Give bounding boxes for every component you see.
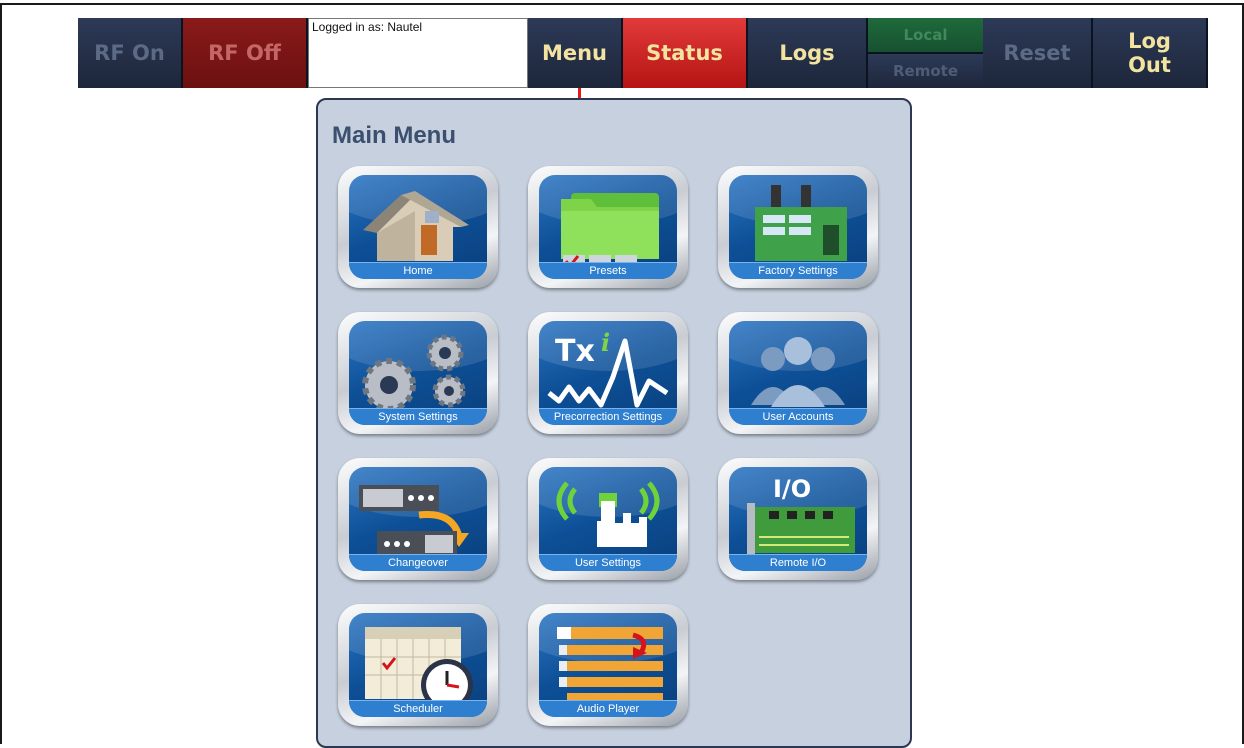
rf-on-button[interactable]: RF On xyxy=(78,18,183,88)
tile-label-changeover: Changeover xyxy=(349,554,487,571)
rf-off-button[interactable]: RF Off xyxy=(183,18,308,88)
logs-button[interactable]: Logs xyxy=(748,18,868,88)
svg-text:i: i xyxy=(601,328,610,357)
tile-label-user-settings: User Settings xyxy=(539,554,677,571)
menu-button[interactable]: Menu xyxy=(528,18,623,88)
remote-button[interactable]: Remote xyxy=(868,54,983,88)
svg-text:Tx: Tx xyxy=(555,334,595,369)
precorrection-settings-tile-face: Tx i Precorrection Settings xyxy=(539,321,677,425)
remote-io-tile-face: I/O Remote I/O xyxy=(729,467,867,571)
audio-player-tile[interactable]: Audio Player xyxy=(528,604,688,726)
remote-io-tile[interactable]: I/O Remote I/O xyxy=(718,458,878,580)
status-button[interactable]: Status xyxy=(623,18,748,88)
logout-button[interactable]: Log Out xyxy=(1093,18,1208,88)
audio-player-tile-face: Audio Player xyxy=(539,613,677,717)
changeover-tile-face: Changeover xyxy=(349,467,487,571)
local-remote-toggle: Local Remote xyxy=(868,18,983,88)
user-accounts-tile[interactable]: User Accounts xyxy=(718,312,878,434)
tile-label-home: Home xyxy=(349,262,487,279)
tile-label-user-accounts: User Accounts xyxy=(729,408,867,425)
reset-button[interactable]: Reset xyxy=(983,18,1093,88)
system-settings-tile-face: System Settings xyxy=(349,321,487,425)
tile-label-presets: Presets xyxy=(539,262,677,279)
precorrection-settings-tile[interactable]: Tx i Precorrection Settings xyxy=(528,312,688,434)
login-status: Logged in as: Nautel xyxy=(308,18,528,88)
tile-label-precorrection-settings: Precorrection Settings xyxy=(539,408,677,425)
home-tile[interactable]: Home xyxy=(338,166,498,288)
scheduler-tile[interactable]: Scheduler xyxy=(338,604,498,726)
svg-text:I/O: I/O xyxy=(773,475,811,503)
frame-top-border xyxy=(0,3,1244,5)
user-settings-tile-face: User Settings xyxy=(539,467,677,571)
login-text: Logged in as: Nautel xyxy=(312,20,423,34)
logout-label-line1: Log xyxy=(1128,29,1171,53)
scheduler-tile-face: Scheduler xyxy=(349,613,487,717)
tile-label-remote-io: Remote I/O xyxy=(729,554,867,571)
system-settings-tile[interactable]: System Settings xyxy=(338,312,498,434)
top-toolbar: RF On RF Off Logged in as: Nautel Menu S… xyxy=(78,18,1208,88)
tile-label-audio-player: Audio Player xyxy=(539,700,677,717)
user-settings-tile[interactable]: User Settings xyxy=(528,458,688,580)
presets-tile[interactable]: Presets xyxy=(528,166,688,288)
tile-label-factory-settings: Factory Settings xyxy=(729,262,867,279)
tile-label-system-settings: System Settings xyxy=(349,408,487,425)
changeover-tile[interactable]: Changeover xyxy=(338,458,498,580)
factory-settings-tile[interactable]: Factory Settings xyxy=(718,166,878,288)
frame-left-border xyxy=(0,3,2,744)
factory-settings-tile-face: Factory Settings xyxy=(729,175,867,279)
main-menu-title: Main Menu xyxy=(332,122,456,149)
local-button[interactable]: Local xyxy=(868,18,983,54)
user-accounts-tile-face: User Accounts xyxy=(729,321,867,425)
logout-label-line2: Out xyxy=(1128,53,1171,77)
tile-label-scheduler: Scheduler xyxy=(349,700,487,717)
home-tile-face: Home xyxy=(349,175,487,279)
main-menu-panel: Main Menu Home Presets Factory Settings … xyxy=(316,98,912,748)
presets-tile-face: Presets xyxy=(539,175,677,279)
